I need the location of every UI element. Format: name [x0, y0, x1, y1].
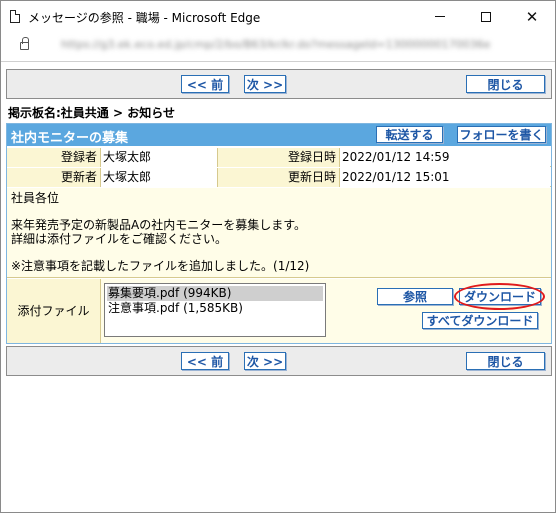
window-title: メッセージの参照 - 職場 - Microsoft Edge: [28, 11, 261, 25]
follow-button[interactable]: フォローを書く: [457, 126, 546, 143]
maximize-button[interactable]: [463, 1, 509, 32]
body-line: 社員各位: [11, 191, 60, 205]
address-bar: https://g3.ek.eco.ed.jp/cmp/2/bo/B63/kr/…: [1, 32, 555, 62]
close-window-button[interactable]: ✕: [509, 1, 555, 32]
updated-at-label: 更新日時: [217, 168, 340, 187]
prev-button[interactable]: << 前: [181, 352, 229, 370]
title-bar: メッセージの参照 - 職場 - Microsoft Edge ✕: [1, 1, 555, 32]
body-line: 来年発売予定の新製品Aの社内モニターを募集します。: [11, 218, 307, 232]
browser-window: メッセージの参照 - 職場 - Microsoft Edge ✕ https:/…: [0, 0, 556, 513]
registered-at-value: 2022/01/12 14:59: [340, 148, 550, 167]
message-body: 社員各位 来年発売予定の新製品Aの社内モニターを募集します。 詳細は添付ファイル…: [7, 188, 551, 278]
registrant-value: 大塚太郎: [101, 148, 217, 167]
next-button[interactable]: 次 >>: [244, 352, 286, 370]
updater-value: 大塚太郎: [101, 168, 217, 187]
url-field[interactable]: https://g3.ek.eco.ed.jp/cmp/2/bo/B63/kr/…: [61, 38, 546, 51]
registered-at-label: 登録日時: [217, 148, 340, 167]
maximize-icon: [481, 11, 491, 22]
attachment-list[interactable]: 募集要項.pdf (994KB) 注意事項.pdf (1,585KB): [104, 283, 326, 337]
message-title: 社内モニターの募集: [11, 131, 129, 146]
body-line: 詳細は添付ファイルをご確認ください。: [11, 232, 228, 246]
meta-row-updated: 更新者 大塚太郎 更新日時 2022/01/12 15:01: [7, 168, 551, 187]
attachment-label: 添付ファイル: [7, 279, 101, 343]
updater-label: 更新者: [7, 168, 101, 187]
breadcrumb: 掲示板名:社員共通 > お知らせ: [8, 106, 175, 120]
top-nav-bar: << 前 次 >> 閉じる: [6, 69, 552, 99]
lock-icon: [20, 37, 29, 50]
forward-button[interactable]: 転送する: [376, 126, 443, 143]
page-icon: [10, 10, 20, 23]
bottom-nav-bar: << 前 次 >> 閉じる: [6, 346, 552, 376]
next-button[interactable]: 次 >>: [244, 75, 286, 93]
minimize-icon: [435, 16, 445, 17]
body-line: ※注意事項を記載したファイルを追加しました。(1/12): [11, 259, 310, 273]
page-content: << 前 次 >> 閉じる 掲示板名:社員共通 > お知らせ 社内モニターの募集…: [1, 63, 555, 512]
registrant-label: 登録者: [7, 148, 101, 167]
browse-button[interactable]: 参照: [377, 288, 453, 305]
close-icon: ✕: [525, 7, 539, 26]
close-button[interactable]: 閉じる: [466, 352, 545, 370]
message-panel: 社内モニターの募集 転送する フォローを書く 登録者 大塚太郎 登録日時 202…: [6, 123, 552, 344]
download-highlight-circle: [454, 283, 545, 310]
meta-row-registered: 登録者 大塚太郎 登録日時 2022/01/12 14:59: [7, 148, 551, 167]
message-header: 社内モニターの募集 転送する フォローを書く: [7, 124, 551, 146]
minimize-button[interactable]: [417, 1, 463, 32]
attachment-item[interactable]: 募集要項.pdf (994KB): [107, 286, 323, 301]
attachment-item[interactable]: 注意事項.pdf (1,585KB): [105, 301, 325, 316]
updated-at-value: 2022/01/12 15:01: [340, 168, 550, 187]
close-button[interactable]: 閉じる: [466, 75, 545, 93]
prev-button[interactable]: << 前: [181, 75, 229, 93]
download-all-button[interactable]: すべてダウンロード: [422, 312, 538, 329]
attachment-row: 添付ファイル 募集要項.pdf (994KB) 注意事項.pdf (1,585K…: [7, 279, 551, 343]
